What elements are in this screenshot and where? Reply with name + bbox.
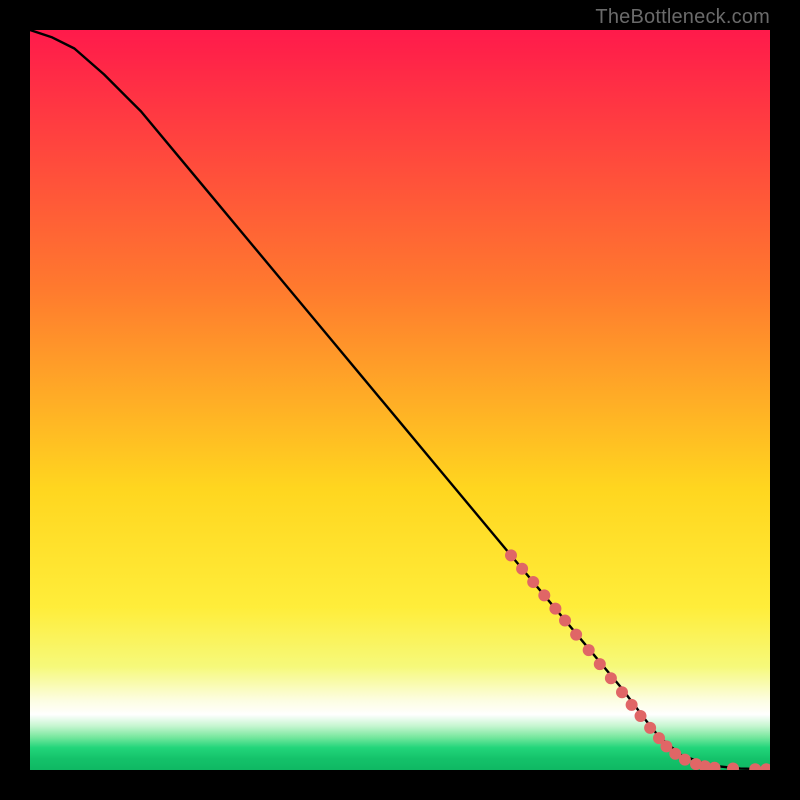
highlight-dot <box>538 589 550 601</box>
watermark-text: TheBottleneck.com <box>595 6 770 29</box>
highlight-dot <box>605 672 617 684</box>
highlight-dot <box>626 699 638 711</box>
highlight-dot <box>635 710 647 722</box>
plot-background <box>30 30 770 770</box>
highlight-dot <box>559 615 571 627</box>
highlight-dot <box>549 603 561 615</box>
highlight-dot <box>616 686 628 698</box>
chart-stage: TheBottleneck.com <box>0 0 800 800</box>
highlight-dot <box>644 722 656 734</box>
highlight-dot <box>594 658 606 670</box>
highlight-dot <box>505 549 517 561</box>
highlight-dot <box>679 754 691 766</box>
chart-plot <box>30 30 770 770</box>
highlight-dot <box>527 576 539 588</box>
highlight-dot <box>583 644 595 656</box>
highlight-dot <box>516 563 528 575</box>
highlight-dot <box>570 629 582 641</box>
